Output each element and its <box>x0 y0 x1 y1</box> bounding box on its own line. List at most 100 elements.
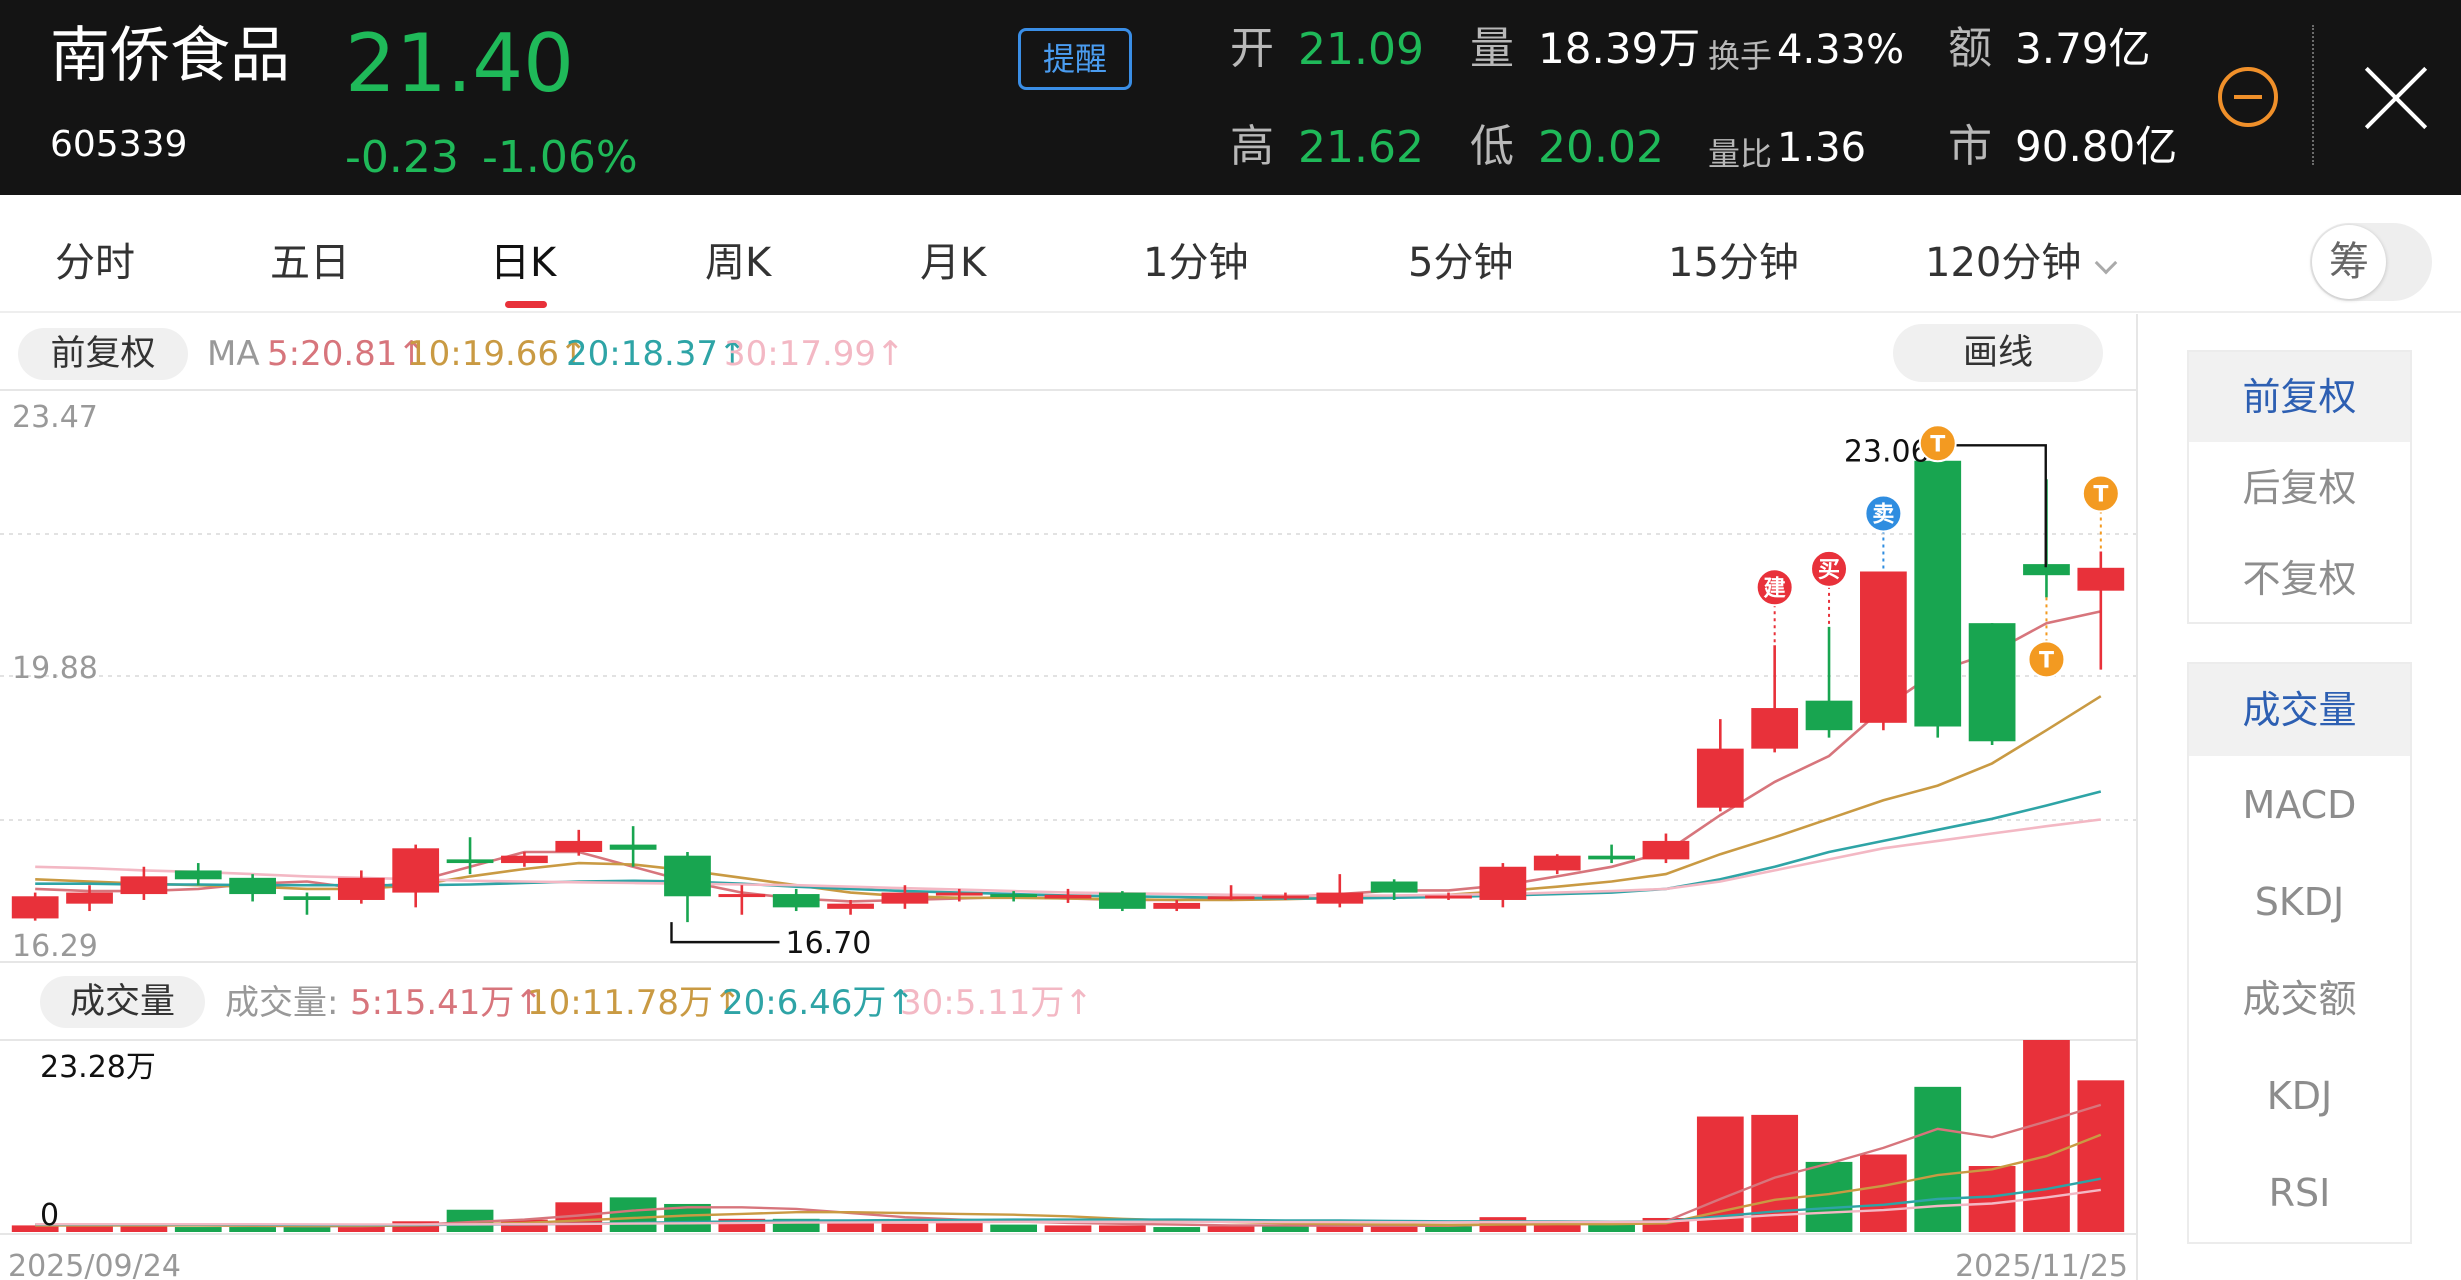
y-axis-top-label: 23.47 <box>12 400 98 435</box>
candle-body <box>337 877 385 900</box>
volume-bar-37 <box>2023 1040 2070 1232</box>
candle-body <box>1968 623 2016 742</box>
adjust-backward[interactable]: 后复权 <box>2189 443 2410 533</box>
candle-35 <box>1914 445 1962 738</box>
candle-body <box>174 870 222 880</box>
candle-11 <box>609 826 657 867</box>
volume-bars <box>11 1040 2125 1232</box>
stock-detail-screen: 南侨食品 605339 21.40 -0.23 -1.06% 提醒 开 21.0… <box>0 0 2461 1280</box>
trade-marker-sell-2: 卖 <box>1864 494 1903 572</box>
candle-body <box>1533 855 1581 871</box>
volume-bar-18 <box>990 1224 1038 1232</box>
candle-body <box>1588 855 1635 860</box>
indicator-skdj[interactable]: SKDJ <box>2189 857 2410 947</box>
indicator-macd[interactable]: MACD <box>2189 760 2410 850</box>
marker-label: T <box>2093 483 2108 508</box>
candle-body <box>609 844 657 850</box>
volume-bar-25 <box>1370 1226 1418 1232</box>
trade-marker-t-3: T <box>1918 424 1957 463</box>
volume-bar-36 <box>1968 1166 2016 1232</box>
candle-body <box>1696 748 1744 808</box>
candle-34 <box>1860 571 1907 731</box>
candle-32 <box>1751 645 1799 753</box>
marker-label: 建 <box>1764 576 1786 601</box>
candle-6 <box>337 870 385 904</box>
low-pointer-line <box>670 922 780 944</box>
volume-bar-38 <box>2077 1080 2125 1232</box>
candle-10 <box>555 829 603 856</box>
candle-body <box>501 855 548 864</box>
candle-body <box>1370 881 1418 893</box>
candle-body <box>935 892 983 896</box>
candle-28 <box>1533 854 1581 875</box>
volume-bar-35 <box>1914 1086 1962 1232</box>
trade-marker-buy-1: 买 <box>1810 549 1849 627</box>
adjust-forward[interactable]: 前复权 <box>2189 352 2410 442</box>
candle-body <box>772 894 820 908</box>
marker-label: T <box>2039 648 2054 673</box>
divider-dotted <box>2312 25 2314 165</box>
candle-5 <box>283 892 331 915</box>
candle-body <box>283 896 331 900</box>
volume-axis-top-label: 23.28万 <box>40 1050 156 1085</box>
candle-body <box>1262 895 1309 899</box>
candle-12 <box>664 851 711 923</box>
candle-body <box>66 892 113 904</box>
indicator-amount[interactable]: 成交额 <box>2189 954 2410 1044</box>
candle-body <box>1207 896 1255 900</box>
candle-body <box>446 859 494 864</box>
axis-labels: 23.47 19.88 16.29 23.28万 0 2025/09/24 2025/11/… <box>8 400 2128 1280</box>
indicator-volume[interactable]: 成交量 <box>2189 664 2410 756</box>
candle-1 <box>66 885 113 912</box>
candle-29 <box>1588 844 1635 864</box>
volume-bar-17 <box>935 1222 983 1232</box>
candle-body <box>664 855 711 897</box>
high-value-label: 23.06 <box>1844 434 1930 469</box>
marker-label: 卖 <box>1872 501 1894 527</box>
candle-body <box>1642 840 1690 860</box>
candle-body <box>827 903 874 909</box>
price-ma-lines <box>35 610 2102 903</box>
candle-body <box>881 892 929 904</box>
candle-9 <box>501 851 548 867</box>
price-ma5-line <box>35 610 2102 903</box>
indicator-kdj[interactable]: KDJ <box>2189 1051 2410 1141</box>
volume-bar-16 <box>881 1223 929 1232</box>
close-icon[interactable] <box>2360 62 2432 134</box>
indicator-rsi[interactable]: RSI <box>2189 1148 2410 1238</box>
candle-body <box>1153 902 1201 909</box>
volume-bar-1 <box>66 1226 113 1232</box>
candle-8 <box>446 837 494 875</box>
candle-14 <box>772 888 820 912</box>
candle-body <box>120 876 168 895</box>
volume-bar-11 <box>609 1197 657 1232</box>
candle-body <box>392 848 440 893</box>
side-panel: 前复权 后复权 不复权 成交量 MACD SKDJ 成交额 KDJ RSI <box>2140 314 2461 1280</box>
indicator-options: 成交量 MACD SKDJ 成交额 KDJ RSI <box>2187 662 2412 1244</box>
adjust-none[interactable]: 不复权 <box>2189 534 2410 624</box>
volume-bar-34 <box>1860 1154 1907 1232</box>
candle-body <box>11 896 59 919</box>
candle-body <box>1914 460 1962 727</box>
volume-bar-5 <box>283 1227 331 1232</box>
candle-33 <box>1805 626 1853 738</box>
low-value-label: 16.70 <box>785 926 871 961</box>
candle-31 <box>1696 719 1744 812</box>
candle-body <box>990 894 1038 898</box>
candles <box>11 445 2125 923</box>
trade-marker-t-5: T <box>2081 474 2120 552</box>
candle-body <box>1425 895 1472 899</box>
trade-marker-build-0: 建 <box>1755 568 1794 646</box>
volume-bar-20 <box>1098 1225 1146 1232</box>
collapse-minus-icon[interactable] <box>2218 67 2278 127</box>
candle-0 <box>11 892 59 921</box>
candle-30 <box>1642 833 1690 864</box>
marker-label: T <box>1930 432 1945 457</box>
candle-body <box>1098 892 1146 909</box>
candle-7 <box>392 844 440 908</box>
y-axis-mid-label: 19.88 <box>12 651 98 686</box>
kline-chart[interactable]: 23.0616.70建买卖TTT 23.4719.8816.2923.28万02… <box>0 0 2140 1280</box>
volume-bar-3 <box>174 1227 222 1232</box>
chip-toggle-knob: 筹 <box>2312 225 2386 299</box>
chip-toggle[interactable]: 筹 <box>2310 223 2432 301</box>
